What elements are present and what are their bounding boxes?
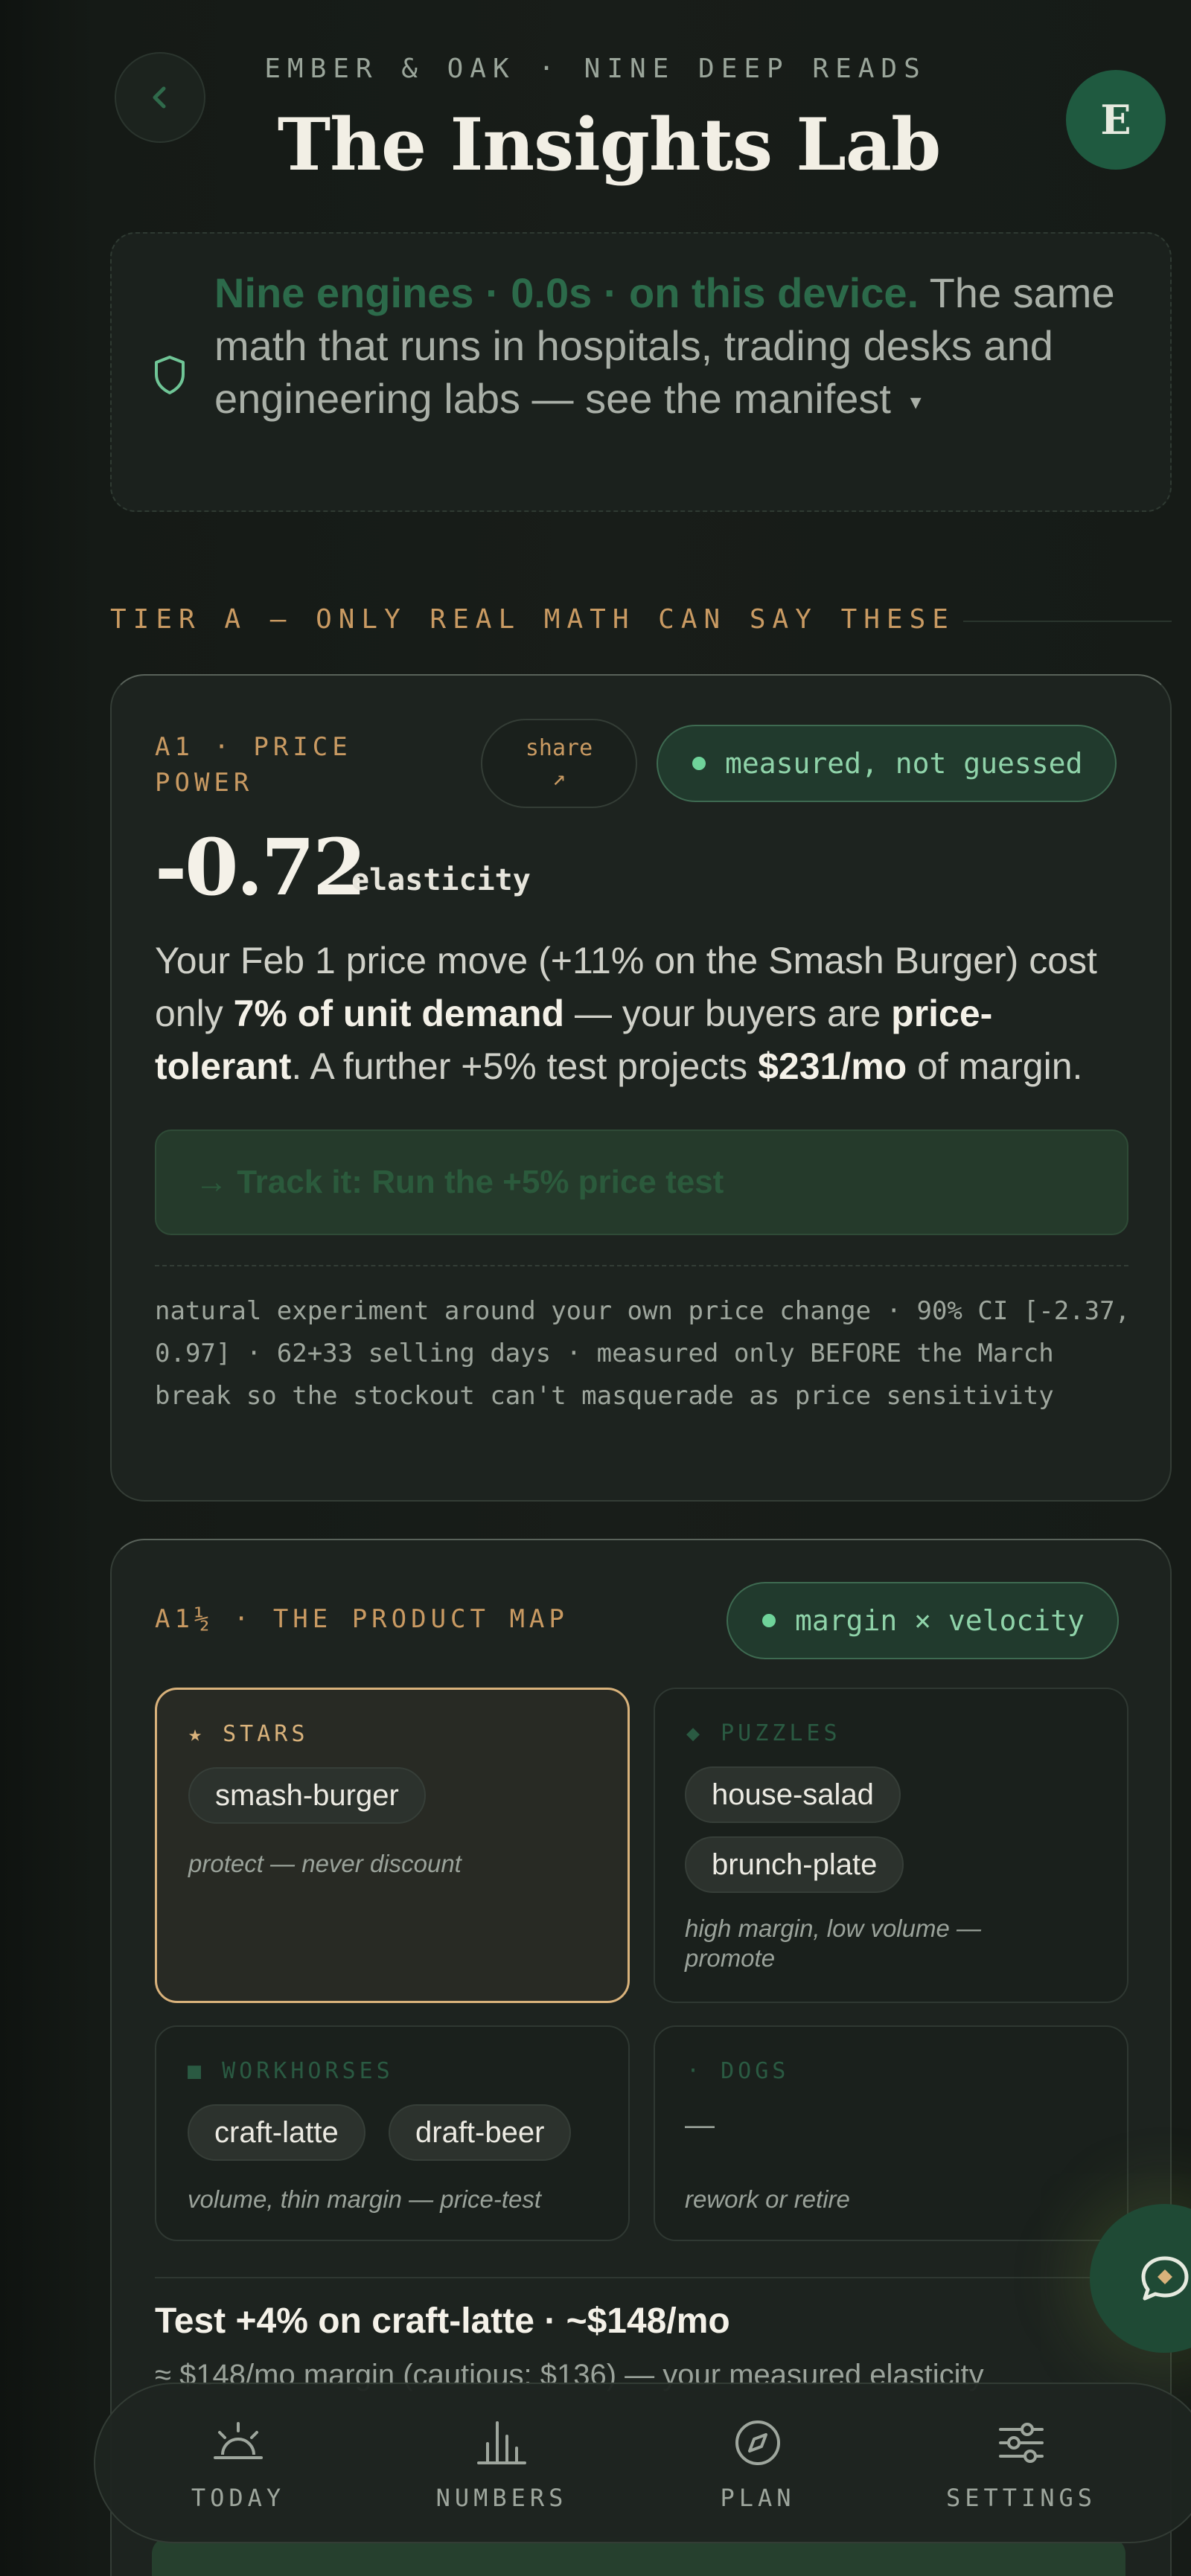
quadrant-dogs[interactable]: · DOGS — rework or retire: [654, 2025, 1128, 2241]
compass-icon: [733, 2415, 782, 2470]
sliders-icon: [997, 2415, 1045, 2470]
quadrant-note: volume, thin margin — price-test: [188, 2185, 542, 2213]
diamond-icon: ◆: [686, 1720, 704, 1746]
nav-label: SETTINGS: [945, 2484, 1097, 2512]
quadrant-title-label: WORKHORSES: [222, 2058, 394, 2084]
manifest-text: Nine engines · 0.0s · on this device. Th…: [214, 266, 1137, 429]
shield-icon: [155, 356, 185, 394]
quadrant-note: high margin, low volume — promote: [685, 1915, 981, 1972]
share-label: share: [525, 735, 593, 761]
bottom-nav: TODAY NUMBERS PLAN SETTINGS: [94, 2383, 1191, 2543]
quadrant-stars[interactable]: ★ STARS smash-burger protect — never dis…: [155, 1688, 630, 2003]
insight-text-emphasis: $231/mo: [758, 1045, 907, 1087]
measured-badge: measured, not guessed: [657, 725, 1117, 802]
quadrant-puzzles[interactable]: ◆ PUZZLES house-salad brunch-plate high …: [654, 1688, 1128, 2003]
margin-velocity-label: margin × velocity: [795, 1604, 1085, 1637]
margin-velocity-badge: margin × velocity: [727, 1582, 1119, 1659]
method-note: natural experiment around your own price…: [155, 1296, 1131, 1411]
product-chip[interactable]: smash-burger: [188, 1767, 426, 1824]
quadrant-title: ■ WORKHORSES: [188, 2058, 394, 2084]
quadrant-empty: —: [685, 2109, 715, 2141]
quadrant-note: protect — never discount: [188, 1850, 462, 1877]
nav-item-plan[interactable]: PLAN: [668, 2415, 847, 2519]
sunrise-icon: [212, 2415, 264, 2470]
tier-divider: [963, 621, 1172, 622]
quadrant-workhorses[interactable]: ■ WORKHORSES craft-latte draft-beer volu…: [155, 2025, 630, 2241]
square-icon: ■: [188, 2058, 205, 2084]
quadrant-note: rework or retire: [685, 2185, 850, 2213]
product-chip[interactable]: draft-beer: [389, 2104, 572, 2161]
arrow-up-right-icon: ↗: [552, 765, 566, 791]
manifest-banner[interactable]: Nine engines · 0.0s · on this device. Th…: [110, 232, 1172, 512]
insight-text: Your Feb 1 price move (+11% on the Smash…: [155, 935, 1137, 1093]
quadrant-title: ◆ PUZZLES: [686, 1720, 841, 1746]
product-chip[interactable]: brunch-plate: [685, 1836, 904, 1893]
status-dot-icon: [692, 757, 706, 770]
insights-lab-screen: EMBER & OAK · NINE DEEP READS The Insigh…: [0, 0, 1191, 2576]
tier-heading: TIER A — ONLY REAL MATH CAN SAY THESE: [110, 604, 955, 635]
quadrant-title: ★ STARS: [188, 1721, 308, 1747]
insight-text-part: . A further +5% test projects: [291, 1045, 759, 1087]
chat-bubble-icon: [1141, 2256, 1189, 2301]
price-power-card: A1 · PRICE POWER share ↗ measured, not g…: [110, 674, 1172, 1502]
elasticity-value: -0.72: [155, 821, 366, 913]
caret-down-icon[interactable]: ▾: [910, 390, 922, 414]
bar-chart-icon: [476, 2415, 528, 2470]
share-button[interactable]: share ↗: [481, 719, 637, 808]
status-dot-icon: [762, 1614, 776, 1627]
nav-item-numbers[interactable]: NUMBERS: [412, 2415, 591, 2519]
test-suggestion-title: Test +4% on craft-latte · ~$148/mo: [155, 2301, 730, 2341]
quadrant-title-label: PUZZLES: [721, 1720, 841, 1746]
nav-label: NUMBERS: [435, 2484, 568, 2512]
insight-text-part: of margin.: [907, 1045, 1083, 1087]
insight-text-emphasis: 7% of unit demand: [233, 993, 565, 1034]
measured-badge-label: measured, not guessed: [725, 747, 1083, 780]
star-icon: ★: [188, 1721, 206, 1747]
quadrant-title: · DOGS: [686, 2058, 789, 2084]
avatar[interactable]: E: [1066, 70, 1166, 170]
page-title: The Insights Lab: [277, 103, 942, 187]
header-eyebrow: EMBER & OAK · NINE DEEP READS: [264, 54, 927, 84]
nav-item-today[interactable]: TODAY: [149, 2415, 328, 2519]
nav-label: PLAN: [720, 2484, 796, 2512]
quadrant-title-label: STARS: [223, 1721, 309, 1747]
product-chip[interactable]: house-salad: [685, 1766, 901, 1823]
card-label-line2: POWER: [155, 768, 254, 798]
elasticity-unit: elasticity: [351, 863, 531, 897]
card-label: A1 · PRICE POWER: [155, 729, 352, 801]
manifest-lead: Nine engines · 0.0s · on this device.: [214, 269, 919, 316]
card-label: A1½ · THE PRODUCT MAP: [155, 1604, 569, 1634]
product-chip[interactable]: craft-latte: [188, 2104, 365, 2161]
track-price-test-button[interactable]: → Track it: Run the +5% price test: [155, 1130, 1128, 1235]
card-label-line1: A1 · PRICE: [155, 732, 352, 762]
dashed-divider: [155, 1265, 1128, 1266]
nav-label: TODAY: [191, 2484, 286, 2512]
insight-text-part: — your buyers are: [564, 993, 892, 1034]
section-divider: [155, 2277, 1128, 2278]
dot-icon: ·: [686, 2058, 704, 2084]
quadrant-title-label: DOGS: [721, 2058, 790, 2084]
nav-item-settings[interactable]: SETTINGS: [932, 2415, 1111, 2519]
